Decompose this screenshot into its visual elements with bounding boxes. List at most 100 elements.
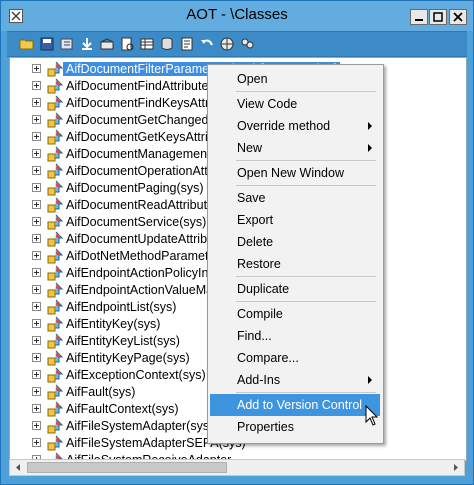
expand-plus-icon[interactable]: [32, 132, 41, 141]
menu-item-label: Add-Ins: [237, 373, 281, 387]
import-icon[interactable]: [79, 36, 95, 52]
menu-item-label: Properties: [237, 420, 294, 434]
scroll-thumb[interactable]: [27, 462, 227, 473]
menu-item-properties[interactable]: Properties: [210, 416, 380, 438]
properties-icon[interactable]: [179, 36, 195, 52]
expand-plus-icon[interactable]: [32, 183, 41, 192]
tree-item-label: AifDocumentPaging(sys): [66, 181, 204, 195]
menu-item-label: Find...: [237, 329, 272, 343]
tree-item-label: AifExceptionContext(sys): [66, 368, 206, 382]
expand-plus-icon[interactable]: [32, 370, 41, 379]
expand-plus-icon[interactable]: [32, 217, 41, 226]
database-icon[interactable]: [159, 36, 175, 52]
minimize-icon: [415, 19, 423, 21]
globe-icon[interactable]: [219, 36, 235, 52]
menu-item-label: Delete: [237, 235, 274, 249]
scroll-right-icon[interactable]: [448, 460, 464, 475]
tree-item-label: AifDocumentGetKeysAttribut: [66, 130, 226, 144]
expand-plus-icon[interactable]: [32, 98, 41, 107]
close-icon: [453, 12, 463, 22]
menu-separator: [236, 160, 376, 161]
expand-plus-icon[interactable]: [32, 302, 41, 311]
menu-item-label: Restore: [237, 257, 281, 271]
menu-item-label: Override method: [237, 119, 331, 133]
expand-plus-icon[interactable]: [32, 285, 41, 294]
scroll-left-icon[interactable]: [10, 460, 26, 475]
menu-item-restore[interactable]: Restore: [210, 253, 380, 275]
menu-item-new[interactable]: New: [210, 137, 380, 159]
menu-item-label: Compile: [237, 307, 283, 321]
menu-item-label: Duplicate: [237, 282, 290, 296]
tree-item-label: AifEntityKeyList(sys): [66, 334, 180, 348]
expand-plus-icon[interactable]: [32, 234, 41, 243]
expand-plus-icon[interactable]: [32, 438, 41, 447]
group-icon[interactable]: [239, 36, 255, 52]
menu-item-label: New: [237, 141, 263, 155]
menu-item-export[interactable]: Export: [210, 209, 380, 231]
window-title: AOT - \Classes: [186, 6, 288, 23]
expand-plus-icon[interactable]: [32, 115, 41, 124]
layer-icon[interactable]: [99, 36, 115, 52]
submenu-arrow-icon: [368, 376, 372, 384]
expand-plus-icon[interactable]: [32, 421, 41, 430]
expand-plus-icon[interactable]: [32, 404, 41, 413]
minimize-button[interactable]: [410, 9, 428, 25]
tree-item-label: AifEndpointList(sys): [66, 300, 177, 314]
tree-item-label: AifDocumentGetChangedKey: [66, 113, 230, 127]
menu-separator: [236, 91, 376, 92]
expand-plus-icon[interactable]: [32, 268, 41, 277]
expand-plus-icon[interactable]: [32, 81, 41, 90]
mouse-pointer-icon: [365, 405, 379, 426]
title-bar[interactable]: AOT - \Classes: [1, 1, 473, 31]
tree-item-label: AifEndpointActionPolicyInfo: [66, 266, 219, 280]
menu-separator: [236, 301, 376, 302]
toolbar: [7, 31, 467, 57]
tree-item-label: AifFaultContext(sys): [66, 402, 179, 416]
find-icon[interactable]: [119, 36, 135, 52]
expand-plus-icon[interactable]: [32, 251, 41, 260]
menu-item-open[interactable]: Open: [210, 68, 380, 90]
expand-plus-icon[interactable]: [32, 319, 41, 328]
maximize-button[interactable]: [429, 9, 447, 25]
menu-item-label: Export: [237, 213, 274, 227]
menu-item-add-to-version-control[interactable]: Add to Version Control: [210, 394, 380, 416]
expand-plus-icon[interactable]: [32, 200, 41, 209]
menu-item-view-code[interactable]: View Code: [210, 93, 380, 115]
tree-item-label: AifDocumentService(sys): [66, 215, 207, 229]
expand-plus-icon[interactable]: [32, 336, 41, 345]
menu-item-open-new-window[interactable]: Open New Window: [210, 162, 380, 184]
table-icon[interactable]: [139, 36, 155, 52]
tree-item-label: AifFault(sys): [66, 385, 136, 399]
tree-item-label: AifDotNetMethodParameter(: [66, 249, 224, 263]
menu-item-compare[interactable]: Compare...: [210, 347, 380, 369]
menu-item-find[interactable]: Find...: [210, 325, 380, 347]
expand-plus-icon[interactable]: [32, 387, 41, 396]
menu-separator: [236, 392, 376, 393]
submenu-arrow-icon: [368, 122, 372, 130]
expand-plus-icon[interactable]: [32, 353, 41, 362]
menu-item-duplicate[interactable]: Duplicate: [210, 278, 380, 300]
horizontal-scrollbar[interactable]: [9, 459, 465, 476]
compile-icon[interactable]: [59, 36, 75, 52]
menu-item-override-method[interactable]: Override method: [210, 115, 380, 137]
menu-item-add-ins[interactable]: Add-Ins: [210, 369, 380, 391]
tree-item-label: AifDocumentOperationAttrib: [66, 164, 222, 178]
open-folder-icon[interactable]: [19, 36, 35, 52]
menu-item-compile[interactable]: Compile: [210, 303, 380, 325]
menu-item-label: View Code: [237, 97, 298, 111]
context-menu: Open View Code Override method New Open New …: [207, 64, 384, 444]
menu-item-delete[interactable]: Delete: [210, 231, 380, 253]
close-button[interactable]: [449, 9, 467, 25]
submenu-arrow-icon: [368, 144, 372, 152]
save-icon[interactable]: [39, 36, 55, 52]
undo-icon[interactable]: [199, 36, 215, 52]
expand-plus-icon[interactable]: [32, 166, 41, 175]
menu-item-label: Save: [237, 191, 266, 205]
expand-plus-icon[interactable]: [32, 149, 41, 158]
expand-plus-icon[interactable]: [32, 64, 41, 73]
menu-item-save[interactable]: Save: [210, 187, 380, 209]
menu-item-label: Open: [237, 72, 268, 86]
tree-item-label: AifEntityKeyPage(sys): [66, 351, 190, 365]
tree-item-label: AifEndpointActionValueMapt: [66, 283, 224, 297]
tree-item-label: AifDocumentFindKeysAttribu: [66, 96, 226, 110]
